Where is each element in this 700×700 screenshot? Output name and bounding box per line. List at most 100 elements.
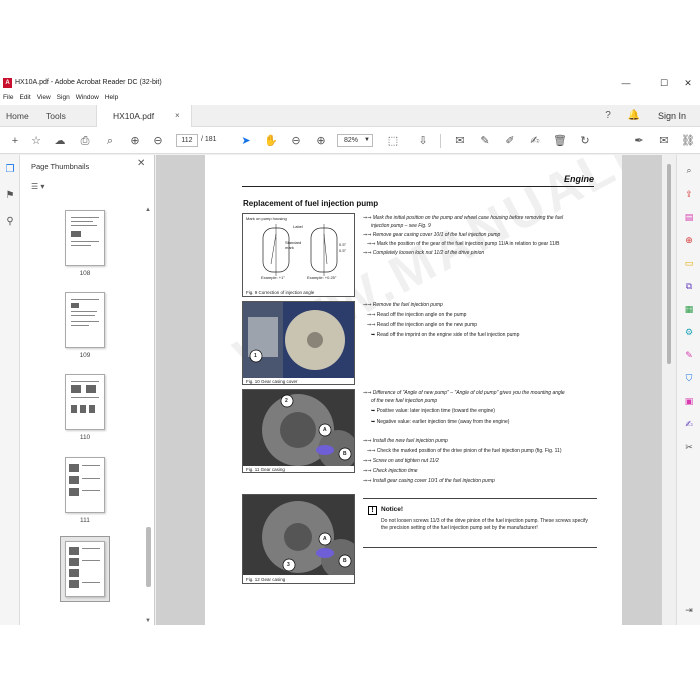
combine-files-icon[interactable]: ⧉ xyxy=(682,279,696,293)
step-2-line-2: ⇒⇒ Read off the injection angle on the p… xyxy=(367,312,467,318)
close-panel-icon[interactable]: ✕ xyxy=(137,158,145,169)
fig12-caption: Fig. 12 Gear casing xyxy=(246,577,286,582)
next-page-icon[interactable]: ⊖ xyxy=(150,133,166,149)
create-icon[interactable]: + xyxy=(7,133,23,149)
step-1-line-3: ⇒⇒ Remove gear casing cover 10/1 of the … xyxy=(363,232,501,238)
menu-window[interactable]: Window xyxy=(73,92,102,101)
create-pdf-icon[interactable]: ⊕ xyxy=(682,233,696,247)
thumbnails-scrollbar[interactable]: ▲ ▼ xyxy=(145,207,152,625)
gear-casing-photo-image xyxy=(243,390,354,470)
bookmark-star-icon[interactable]: ☆ xyxy=(28,133,44,149)
sign-pen-icon[interactable]: ✒ xyxy=(631,133,647,149)
chevron-down-icon: ▼ xyxy=(364,137,370,143)
stamp-icon[interactable]: ✍ xyxy=(527,133,543,149)
tab-close-icon[interactable]: × xyxy=(175,111,180,120)
menu-edit[interactable]: Edit xyxy=(16,92,33,101)
step-4-line-5: ⇒⇒ Install gear casing cover 10/1 of the… xyxy=(363,478,495,484)
page-thumbnails-panel: Page Thumbnails ✕ ☰ ▾ 108 109 110 111 ▲ … xyxy=(20,155,155,625)
tab-document[interactable]: HX10A.pdf × xyxy=(96,105,192,127)
fig12-callout-a: A xyxy=(323,536,327,542)
draw-icon[interactable]: ✐ xyxy=(502,133,518,149)
step-3-line-2: of the new fuel injection pump xyxy=(371,398,438,404)
thumbnail-page-112[interactable] xyxy=(65,541,105,597)
page-total: / 181 xyxy=(201,136,217,143)
delete-icon[interactable]: 🗑 xyxy=(552,133,568,149)
search-tools-icon[interactable]: ⌕ xyxy=(682,163,696,177)
previous-page-icon[interactable]: ⊕ xyxy=(127,133,143,149)
figure-9-injection-angle: Mark on pump housing Label Standard mark… xyxy=(242,213,355,297)
fig11-callout-b: B xyxy=(343,451,347,457)
fig9-label-standard: Standard mark xyxy=(285,240,302,250)
highlight-pen-icon[interactable]: ✎ xyxy=(477,133,493,149)
tab-home[interactable]: Home xyxy=(6,111,29,121)
hand-tool-icon[interactable]: ✋ xyxy=(263,133,279,149)
cloud-upload-icon[interactable]: ☁ xyxy=(52,133,68,149)
page-thumbnails-icon[interactable]: ❐ xyxy=(3,163,17,177)
page-title: Replacement of fuel injection pump xyxy=(243,199,379,208)
thumbnail-page-111[interactable] xyxy=(65,457,105,513)
thumbnail-label-111: 111 xyxy=(80,517,90,524)
step-2-line-4: ➥ Read off the imprint on the engine sid… xyxy=(371,332,520,338)
select-cursor-icon[interactable]: ➤ xyxy=(238,133,254,149)
scroll-mode-icon[interactable]: ⇩ xyxy=(415,133,431,149)
more-tools-icon[interactable]: ✂ xyxy=(682,440,696,454)
export-pdf-icon[interactable]: ⇪ xyxy=(682,187,696,201)
step-1-line-1: ⇒⇒ Mark the initial position on the pump… xyxy=(363,215,564,221)
fig9-label-ex2: Example: +0.25° xyxy=(307,275,337,280)
fit-page-icon[interactable]: ⬚ xyxy=(385,133,401,149)
thumbnail-page-109[interactable] xyxy=(65,292,105,348)
find-search-icon[interactable]: ⌕ xyxy=(102,133,118,149)
share-link-icon[interactable]: ⛓ xyxy=(680,133,696,149)
help-icon[interactable]: ? xyxy=(601,109,615,123)
notifications-bell-icon[interactable]: 🔔 xyxy=(627,109,641,123)
section-heading: Engine xyxy=(563,174,594,184)
fig11-callout-2: 2 xyxy=(285,398,288,404)
minimize-button[interactable]: — xyxy=(612,76,640,90)
protect-icon[interactable]: ⛉ xyxy=(682,371,696,385)
email-icon[interactable]: ✉ xyxy=(656,133,672,149)
rotate-icon[interactable]: ↻ xyxy=(577,133,593,149)
fig10-caption: Fig. 10 Gear casing cover xyxy=(246,379,298,384)
menu-file[interactable]: File xyxy=(0,92,16,101)
organize-pages-icon[interactable]: ▦ xyxy=(682,302,696,316)
menu-help[interactable]: Help xyxy=(102,92,121,101)
toolbar-divider xyxy=(440,134,441,148)
prepare-form-icon[interactable]: ▣ xyxy=(682,394,696,408)
zoom-level-value: 82% xyxy=(344,137,359,144)
step-3-line-1: ⇒⇒ Difference of "Angle of new pump" – "… xyxy=(363,390,565,396)
zoom-in-icon[interactable]: ⊕ xyxy=(313,133,329,149)
thumbnail-label-110: 110 xyxy=(79,434,91,441)
acrobat-window: A HX10A.pdf - Adobe Acrobat Reader DC (3… xyxy=(0,74,700,625)
menu-sign[interactable]: Sign xyxy=(54,92,73,101)
thumbnail-options-icon[interactable]: ☰ ▾ xyxy=(31,182,44,191)
fig12-callout-b: B xyxy=(343,558,347,564)
step-3-line-4: ➥ Negative value: earlier injection time… xyxy=(371,419,510,425)
close-window-button[interactable]: ✕ xyxy=(674,76,700,90)
left-navigation-rail: ❐ ⚑ ⚲ xyxy=(0,155,20,625)
comment-icon[interactable]: ✉ xyxy=(452,133,468,149)
zoom-level-select[interactable]: 82% ▼ xyxy=(337,134,373,147)
panel-title: Page Thumbnails xyxy=(31,162,90,171)
zoom-out-icon[interactable]: ⊖ xyxy=(288,133,304,149)
print-icon[interactable]: ⎙ xyxy=(77,133,93,149)
step-4-line-2: ⇒⇒ Check the marked position of the driv… xyxy=(367,448,562,454)
document-scrollbar-thumb[interactable] xyxy=(667,164,671,364)
tab-tools[interactable]: Tools xyxy=(46,111,66,121)
thumbnail-page-110[interactable] xyxy=(65,374,105,430)
thumbnail-page-108[interactable] xyxy=(65,210,105,266)
title-bar: A HX10A.pdf - Adobe Acrobat Reader DC (3… xyxy=(0,74,700,92)
figure-12-gear-casing: 3 A B Fig. 12 Gear casing xyxy=(242,494,355,584)
fig9-label-a: 0.5° xyxy=(339,242,347,247)
menu-view[interactable]: View xyxy=(34,92,54,101)
compress-pdf-icon[interactable]: ⚙ xyxy=(682,325,696,339)
bookmarks-icon[interactable]: ⚑ xyxy=(3,189,17,203)
edit-pdf-icon[interactable]: ▤ xyxy=(682,210,696,224)
fill-sign-icon[interactable]: ✎ xyxy=(682,348,696,362)
sign-in-button[interactable]: Sign In xyxy=(658,111,686,121)
page-number-input[interactable]: 112 xyxy=(176,134,198,147)
request-signature-icon[interactable]: ✍ xyxy=(682,417,696,431)
attachments-paperclip-icon[interactable]: ⚲ xyxy=(3,215,17,229)
step-3-line-3: ➥ Positive value: later injection time (… xyxy=(371,408,495,414)
comment-tool-icon[interactable]: ▭ xyxy=(682,256,696,270)
collapse-pane-icon[interactable]: ⇥ xyxy=(682,603,696,617)
